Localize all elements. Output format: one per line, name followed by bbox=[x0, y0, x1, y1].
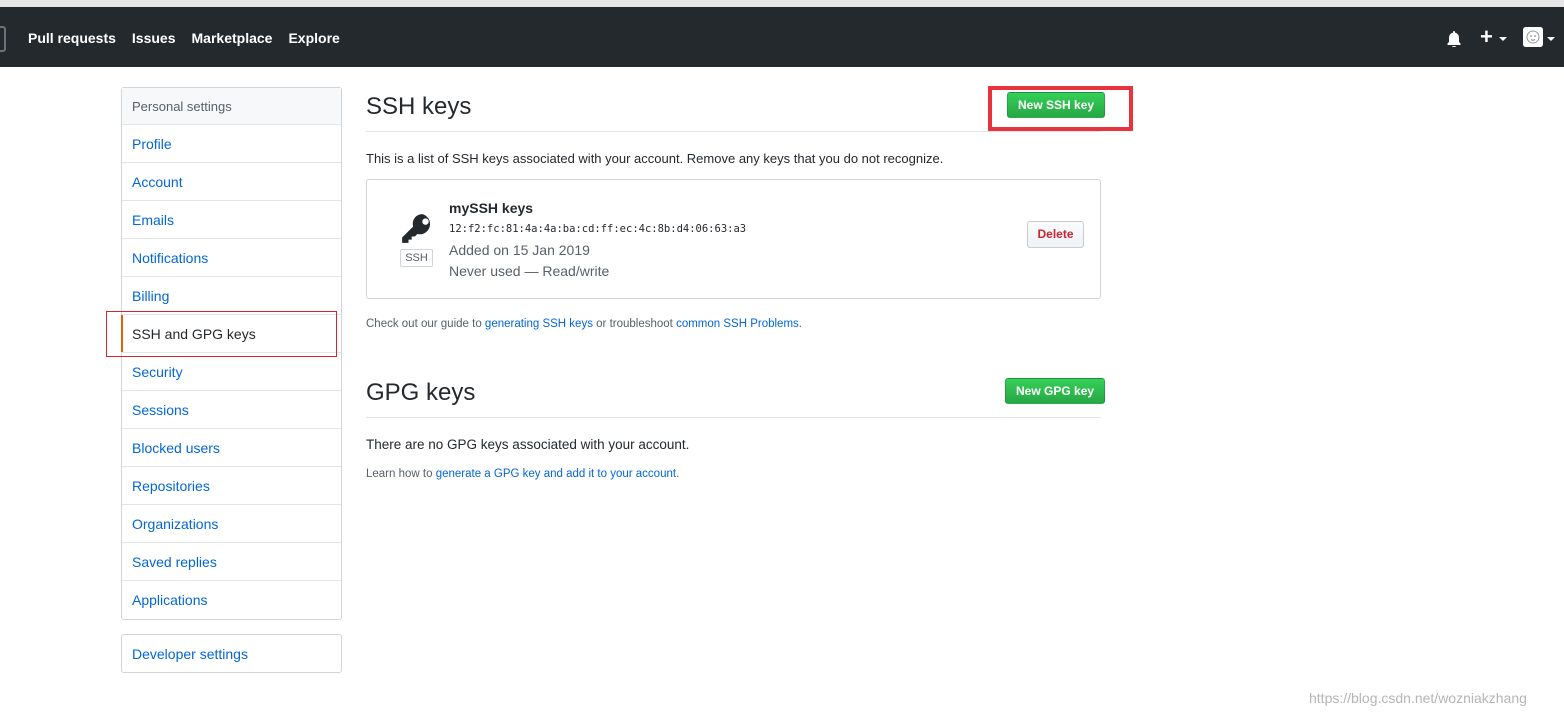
site-header: Pull requests Issues Marketplace Explore… bbox=[0, 7, 1564, 67]
watermark: https://blog.csdn.net/wozniakzhang bbox=[1309, 690, 1527, 706]
ssh-guide-suffix: . bbox=[798, 318, 802, 330]
ssh-key-item: SSH mySSH keys 12:f2:fc:81:4a:4a:ba:cd:f… bbox=[366, 179, 1101, 299]
sidebar-item-notifications[interactable]: Notifications bbox=[122, 239, 341, 277]
ssh-guide-note: Check out our guide to generating SSH ke… bbox=[366, 318, 802, 330]
sidebar-item-billing[interactable]: Billing bbox=[122, 277, 341, 315]
developer-settings-box: Developer settings bbox=[121, 634, 342, 673]
avatar[interactable] bbox=[1523, 27, 1543, 47]
gpg-title: GPG keys bbox=[366, 379, 476, 406]
sidebar-item-emails[interactable]: Emails bbox=[122, 201, 341, 239]
ssh-key-added-date: Added on 15 Jan 2019 bbox=[449, 242, 590, 258]
chevron-down-icon[interactable] bbox=[1547, 37, 1555, 41]
new-gpg-key-button[interactable]: New GPG key bbox=[1005, 378, 1106, 404]
delete-ssh-key-button[interactable]: Delete bbox=[1027, 221, 1084, 248]
search-field-edge[interactable] bbox=[0, 26, 6, 52]
sidebar-item-profile[interactable]: Profile bbox=[122, 125, 341, 163]
gpg-learn-suffix: . bbox=[676, 468, 680, 480]
sidebar-item-blocked-users[interactable]: Blocked users bbox=[122, 429, 341, 467]
gpg-learn-prefix: Learn how to bbox=[366, 468, 436, 480]
sidebar-item-organizations[interactable]: Organizations bbox=[122, 505, 341, 543]
sidebar-item-applications[interactable]: Applications bbox=[122, 581, 341, 619]
sidebar-item-repositories[interactable]: Repositories bbox=[122, 467, 341, 505]
sidebar-heading: Personal settings bbox=[122, 88, 341, 125]
sidebar-item-security[interactable]: Security bbox=[122, 353, 341, 391]
ssh-description: This is a list of SSH keys associated wi… bbox=[366, 151, 944, 166]
ssh-badge: SSH bbox=[400, 249, 433, 267]
gpg-learn-note: Learn how to generate a GPG key and add … bbox=[366, 468, 679, 480]
header-nav: Pull requests Issues Marketplace Explore bbox=[28, 29, 356, 47]
nav-explore[interactable]: Explore bbox=[288, 29, 339, 47]
nav-issues[interactable]: Issues bbox=[132, 29, 176, 47]
key-icon bbox=[402, 214, 431, 243]
browser-top-strip bbox=[0, 0, 1564, 7]
common-ssh-problems-link[interactable]: common SSH Problems bbox=[676, 318, 799, 330]
chevron-down-icon[interactable] bbox=[1499, 37, 1507, 41]
gpg-subhead: GPG keys bbox=[366, 376, 1101, 418]
sidebar-item-sessions[interactable]: Sessions bbox=[122, 391, 341, 429]
create-new-icon[interactable]: + bbox=[1480, 26, 1493, 48]
ssh-guide-middle: or troubleshoot bbox=[592, 318, 677, 330]
sidebar-item-saved-replies[interactable]: Saved replies bbox=[122, 543, 341, 581]
highlight-box-sidebar bbox=[106, 311, 337, 357]
ssh-key-fingerprint: 12:f2:fc:81:4a:4a:ba:cd:ff:ec:4c:8b:d4:0… bbox=[449, 223, 747, 235]
sidebar-item-account[interactable]: Account bbox=[122, 163, 341, 201]
nav-pull-requests[interactable]: Pull requests bbox=[28, 29, 116, 47]
avatar-image bbox=[1523, 27, 1543, 47]
sidebar-item-developer-settings[interactable]: Developer settings bbox=[122, 635, 341, 672]
ssh-key-usage: Never used — Read/write bbox=[449, 263, 610, 279]
gpg-empty-text: There are no GPG keys associated with yo… bbox=[366, 437, 690, 452]
generating-ssh-keys-link[interactable]: generating SSH keys bbox=[485, 318, 593, 330]
nav-marketplace[interactable]: Marketplace bbox=[192, 29, 273, 47]
bell-icon[interactable] bbox=[1447, 31, 1461, 47]
ssh-guide-prefix: Check out our guide to bbox=[366, 318, 485, 330]
ssh-key-title: mySSH keys bbox=[449, 200, 534, 216]
highlight-box-new-ssh bbox=[988, 86, 1133, 131]
generate-gpg-key-link[interactable]: generate a GPG key and add it to your ac… bbox=[436, 468, 676, 480]
